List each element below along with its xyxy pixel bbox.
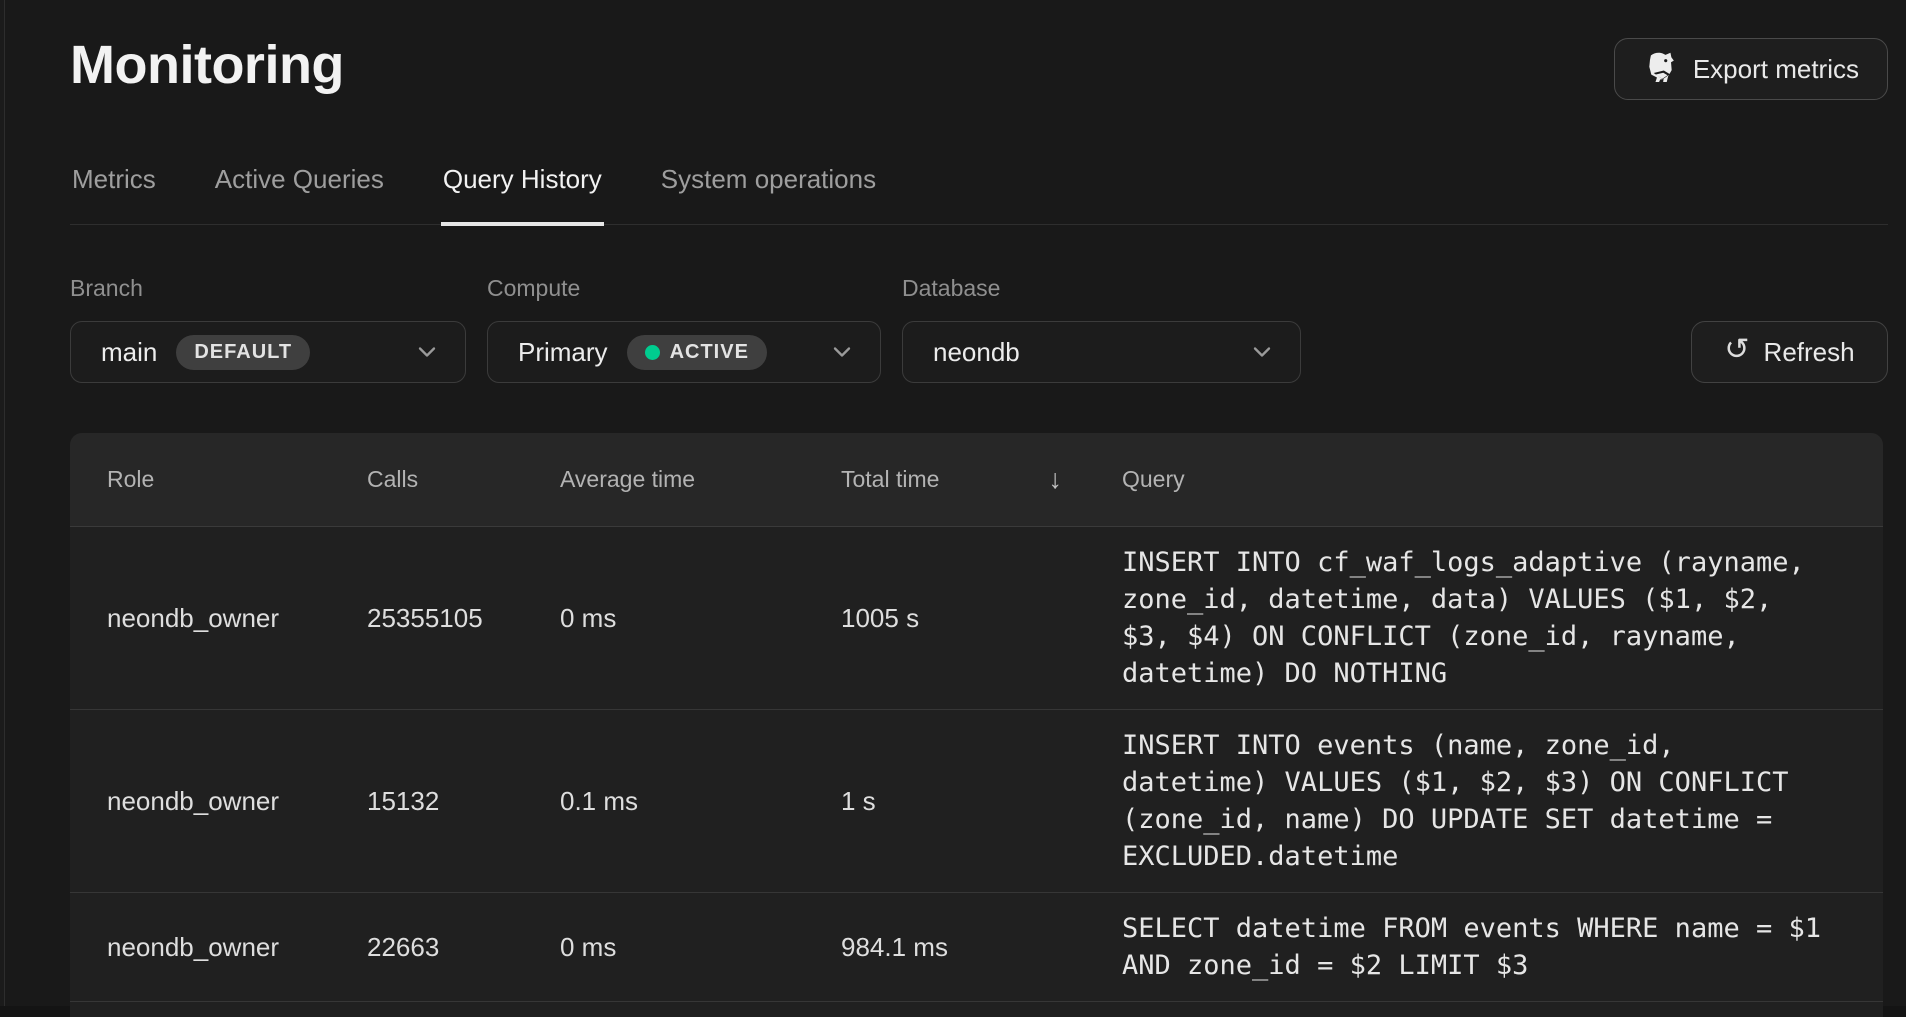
cell-query: INSERT INTO events (name, zone_id, datet… (1122, 710, 1828, 892)
database-filter: Database neondb (902, 275, 1301, 383)
refresh-label: Refresh (1764, 337, 1855, 368)
cell-average-time: 0 ms (560, 603, 841, 634)
total-time-label: Total time (841, 466, 939, 493)
branch-label: Branch (70, 275, 466, 301)
filters-row: Branch main DEFAULT Compute Primary ACTI… (70, 275, 1888, 383)
cell-query: INSERT INTO cf_waf_logs_adaptive (raynam… (1122, 527, 1828, 709)
active-status-label: ACTIVE (670, 341, 749, 364)
cell-total-time: 984.1 ms (841, 932, 1122, 963)
export-metrics-label: Export metrics (1693, 54, 1859, 85)
column-header-role[interactable]: Role (107, 466, 367, 493)
monitoring-page: Monitoring Export metrics Metrics Active… (0, 0, 1906, 1017)
branch-select[interactable]: main DEFAULT (70, 321, 466, 383)
cell-calls: 15132 (367, 786, 560, 817)
compute-filter: Compute Primary ACTIVE (487, 275, 881, 383)
compute-value: Primary (518, 337, 608, 368)
cell-total-time: 1 s (841, 786, 1122, 817)
refresh-button[interactable]: ↺ Refresh (1691, 321, 1888, 383)
compute-label: Compute (487, 275, 881, 301)
cell-total-time: 1005 s (841, 603, 1122, 634)
active-status-badge: ACTIVE (627, 335, 767, 370)
datadog-dog-icon (1643, 51, 1679, 87)
column-header-average-time[interactable]: Average time (560, 466, 841, 493)
chevron-down-icon (413, 338, 441, 366)
cell-calls: 25355105 (367, 603, 560, 634)
branch-value: main (101, 337, 157, 368)
database-value: neondb (933, 337, 1020, 368)
tab-query-history[interactable]: Query History (441, 146, 604, 224)
sort-desc-icon: ↓ (1049, 464, 1063, 495)
tab-metrics[interactable]: Metrics (70, 146, 158, 224)
page-title: Monitoring (70, 34, 344, 96)
cell-calls: 22663 (367, 932, 560, 963)
page-header: Monitoring Export metrics (70, 0, 1888, 100)
tab-active-queries[interactable]: Active Queries (213, 146, 386, 224)
table-row-clipped (70, 1001, 1883, 1017)
refresh-icon: ↺ (1724, 335, 1749, 365)
column-header-calls[interactable]: Calls (367, 466, 560, 493)
export-metrics-button[interactable]: Export metrics (1614, 38, 1888, 100)
query-history-table: Role Calls Average time Total time ↓ Que… (70, 433, 1883, 1017)
table-row: neondb_owner 22663 0 ms 984.1 ms SELECT … (70, 892, 1883, 1001)
column-header-query[interactable]: Query (1122, 466, 1883, 493)
default-badge: DEFAULT (176, 335, 310, 370)
panel-left-edge (0, 0, 5, 1006)
table-row: neondb_owner 15132 0.1 ms 1 s INSERT INT… (70, 709, 1883, 892)
cell-average-time: 0.1 ms (560, 786, 841, 817)
compute-select[interactable]: Primary ACTIVE (487, 321, 881, 383)
database-select[interactable]: neondb (902, 321, 1301, 383)
column-header-total-time[interactable]: Total time ↓ (841, 464, 1122, 495)
cell-query: SELECT datetime FROM events WHERE name =… (1122, 893, 1828, 1001)
table-header-row: Role Calls Average time Total time ↓ Que… (70, 433, 1883, 527)
cell-role: neondb_owner (107, 932, 367, 963)
cell-role: neondb_owner (107, 603, 367, 634)
chevron-down-icon (828, 338, 856, 366)
tab-system-operations[interactable]: System operations (659, 146, 878, 224)
table-row: neondb_owner 25355105 0 ms 1005 s INSERT… (70, 527, 1883, 709)
branch-filter: Branch main DEFAULT (70, 275, 466, 383)
cell-role: neondb_owner (107, 786, 367, 817)
active-status-dot-icon (645, 345, 660, 360)
database-label: Database (902, 275, 1301, 301)
cell-average-time: 0 ms (560, 932, 841, 963)
chevron-down-icon (1248, 338, 1276, 366)
monitoring-tabs: Metrics Active Queries Query History Sys… (70, 146, 1888, 225)
